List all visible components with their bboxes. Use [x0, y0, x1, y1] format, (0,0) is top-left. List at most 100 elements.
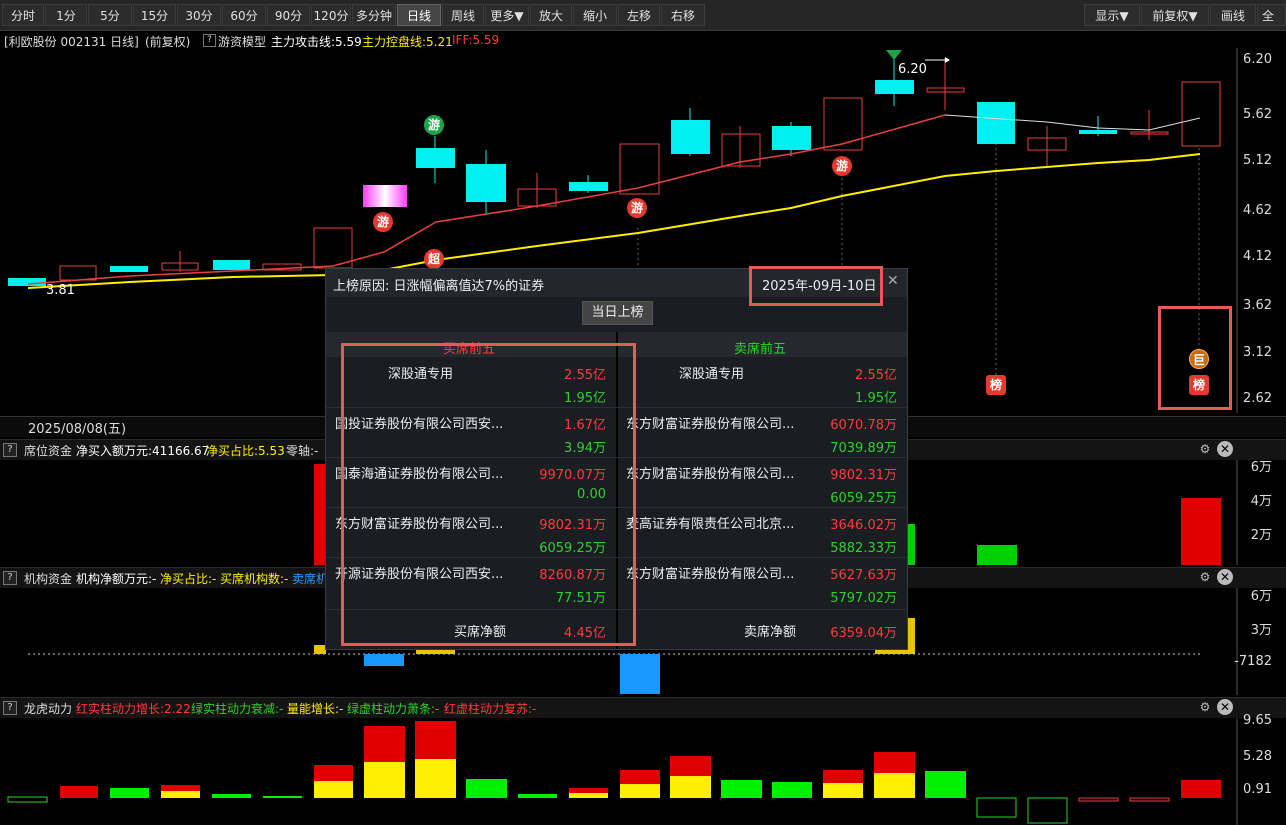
inst-axis-tick: -7182 [1234, 654, 1272, 669]
period-tab-daily[interactable]: 日线 [397, 4, 441, 26]
sell-seat-sell: 5797.02万 [830, 591, 897, 606]
you-marker[interactable]: 游 [627, 198, 647, 218]
sell-seat-sell: 1.95亿 [855, 391, 897, 406]
zoom-in-button[interactable]: 放大 [530, 4, 572, 26]
inst-count-value: 买席机构数:- [220, 572, 289, 586]
price-tick: 6.20 [1243, 52, 1272, 67]
period-tab-1min[interactable]: 1分 [45, 4, 87, 26]
inst-net-value: 机构净额万元:- [76, 572, 157, 586]
inst-axis-tick: 6万 [1250, 589, 1272, 604]
sell-seat-name[interactable]: 东方财富证券股份有限公司... [626, 563, 794, 582]
dragon-field-volume: 量能增长:- [287, 702, 344, 716]
settings-gear-icon[interactable]: ⚙ [1197, 569, 1213, 585]
you-marker[interactable]: 游 [832, 156, 852, 176]
sell-net-value: 6359.04万 [830, 626, 897, 641]
settings-gear-icon[interactable]: ⚙ [1197, 699, 1213, 715]
sell-seat-sell: 5882.33万 [830, 541, 897, 556]
seat-zero-axis: 零轴:- [286, 444, 319, 458]
sell-seat-name[interactable]: 东方财富证券股份有限公司... [626, 463, 794, 482]
sell-seat-buy: 6070.78万 [830, 418, 897, 433]
bang-marker[interactable]: 榜 [986, 375, 1006, 395]
sell-net-label: 卖席净额 [744, 625, 797, 640]
close-icon[interactable]: ✕ [1217, 699, 1233, 715]
zoom-out-button[interactable]: 缩小 [573, 4, 617, 26]
close-icon[interactable]: ✕ [1217, 441, 1233, 457]
seat-net-value: 净买入额万元:41166.67 [76, 444, 210, 458]
sell-seat-buy: 5627.63万 [830, 568, 897, 583]
period-tab-90min[interactable]: 90分 [267, 4, 310, 26]
inst-panel-name: 机构资金 [24, 572, 73, 586]
chao-marker[interactable]: 超 [424, 249, 444, 269]
dragon-field-green-hollow: 绿虚柱动力萧条:- [347, 702, 440, 716]
dragon-axis-tick: 9.65 [1243, 713, 1272, 728]
iff-value: IFF:5.59 [452, 33, 500, 47]
price-tick: 3.62 [1243, 298, 1272, 313]
sell-seat-buy: 3646.02万 [830, 518, 897, 533]
inst-axis-tick: 3万 [1250, 623, 1272, 638]
sell-seat-buy: 9802.31万 [830, 468, 897, 483]
close-icon[interactable]: ✕ [1217, 569, 1233, 585]
sell-seat-name[interactable]: 深股通专用 [679, 363, 744, 382]
period-tab-120min[interactable]: 120分 [311, 4, 351, 26]
candles [8, 56, 1221, 286]
period-tab-multi[interactable]: 多分钟 [352, 4, 396, 26]
move-right-button[interactable]: 右移 [661, 4, 705, 26]
you-marker[interactable]: 游 [373, 212, 393, 232]
dragon-panel-name: 龙虎动力 [24, 702, 73, 716]
sell-seat-name[interactable]: 东方财富证券股份有限公司... [626, 413, 794, 432]
you-marker-green[interactable]: 游 [424, 115, 444, 135]
high-price-label: 6.20 [898, 62, 927, 77]
price-tick: 3.12 [1243, 345, 1272, 360]
sell-seat-buy: 2.55亿 [855, 368, 897, 383]
period-tab-weekly[interactable]: 周线 [442, 4, 484, 26]
dragon-axis-tick: 0.91 [1243, 782, 1272, 797]
toolbar: 分时 1分 5分 15分 30分 60分 90分 120分 多分钟 日线 周线 … [0, 0, 1286, 31]
low-price-label: 3.81 [46, 283, 75, 298]
seat-ratio-value: 净买占比:5.53 [206, 444, 285, 458]
period-tab-60min[interactable]: 60分 [222, 4, 266, 26]
close-icon[interactable]: ✕ [887, 273, 899, 289]
dragon-field-green-solid: 绿实柱动力衰减:- [191, 702, 284, 716]
period-tab-5min[interactable]: 5分 [88, 4, 132, 26]
dragon-panel-header: ? 龙虎动力 红实柱动力增长:2.22 绿实柱动力衰减:- 量能增长:- 绿虚柱… [0, 697, 1286, 718]
highlight-box-buy-seats [341, 343, 636, 646]
period-tab-30min[interactable]: 30分 [177, 4, 221, 26]
sell-seat-name[interactable]: 麦高证券有限责任公司北京... [626, 513, 794, 532]
price-tick: 2.62 [1243, 391, 1272, 406]
dragon-field-red-solid: 红实柱动力增长:2.22 [76, 702, 191, 716]
seat-panel-name: 席位资金 [24, 444, 73, 458]
period-tab-15min[interactable]: 15分 [133, 4, 176, 26]
crosshair-date: 2025/08/08(五) [28, 422, 127, 437]
seat-axis-tick: 2万 [1250, 528, 1272, 543]
adjust-dropdown[interactable]: 前复权▼ [1141, 4, 1209, 26]
period-tab-fenshi[interactable]: 分时 [2, 4, 44, 26]
list-reason: 上榜原因: 日涨幅偏离值达7%的证券 [333, 279, 545, 294]
sell-seat-sell: 7039.89万 [830, 441, 897, 456]
sell-title: 卖席前五 [734, 342, 787, 357]
today-list-tab[interactable]: 当日上榜 [582, 301, 653, 325]
price-tick: 4.12 [1243, 249, 1272, 264]
global-button[interactable]: 全局 [1257, 4, 1286, 26]
inst-ratio-value: 净买占比:- [160, 572, 217, 586]
highlight-box-date [749, 266, 883, 306]
sell-seat-sell: 6059.25万 [830, 491, 897, 506]
help-icon[interactable]: ? [3, 571, 17, 585]
price-tick: 5.62 [1243, 107, 1272, 122]
seat-axis-tick: 4万 [1250, 494, 1272, 509]
dragon-axis-tick: 5.28 [1243, 749, 1272, 764]
settings-gear-icon[interactable]: ⚙ [1197, 441, 1213, 457]
price-tick: 5.12 [1243, 153, 1272, 168]
price-tick: 4.62 [1243, 203, 1272, 218]
help-icon[interactable]: ? [3, 701, 17, 715]
highlight-box-markers [1158, 306, 1232, 410]
help-icon[interactable]: ? [3, 443, 17, 457]
display-dropdown[interactable]: 显示▼ [1084, 4, 1140, 26]
move-left-button[interactable]: 左移 [618, 4, 660, 26]
inst-sell-label: 卖席机 [292, 572, 329, 586]
help-icon[interactable]: ? [203, 34, 216, 47]
dragon-field-red-hollow: 红虚柱动力复苏:- [444, 702, 537, 716]
draw-line-button[interactable]: 画线 [1210, 4, 1256, 26]
period-more-dropdown[interactable]: 更多▼ [485, 4, 529, 26]
seat-axis-tick: 6万 [1250, 460, 1272, 475]
dragon-bar-chart [7, 718, 1238, 825]
